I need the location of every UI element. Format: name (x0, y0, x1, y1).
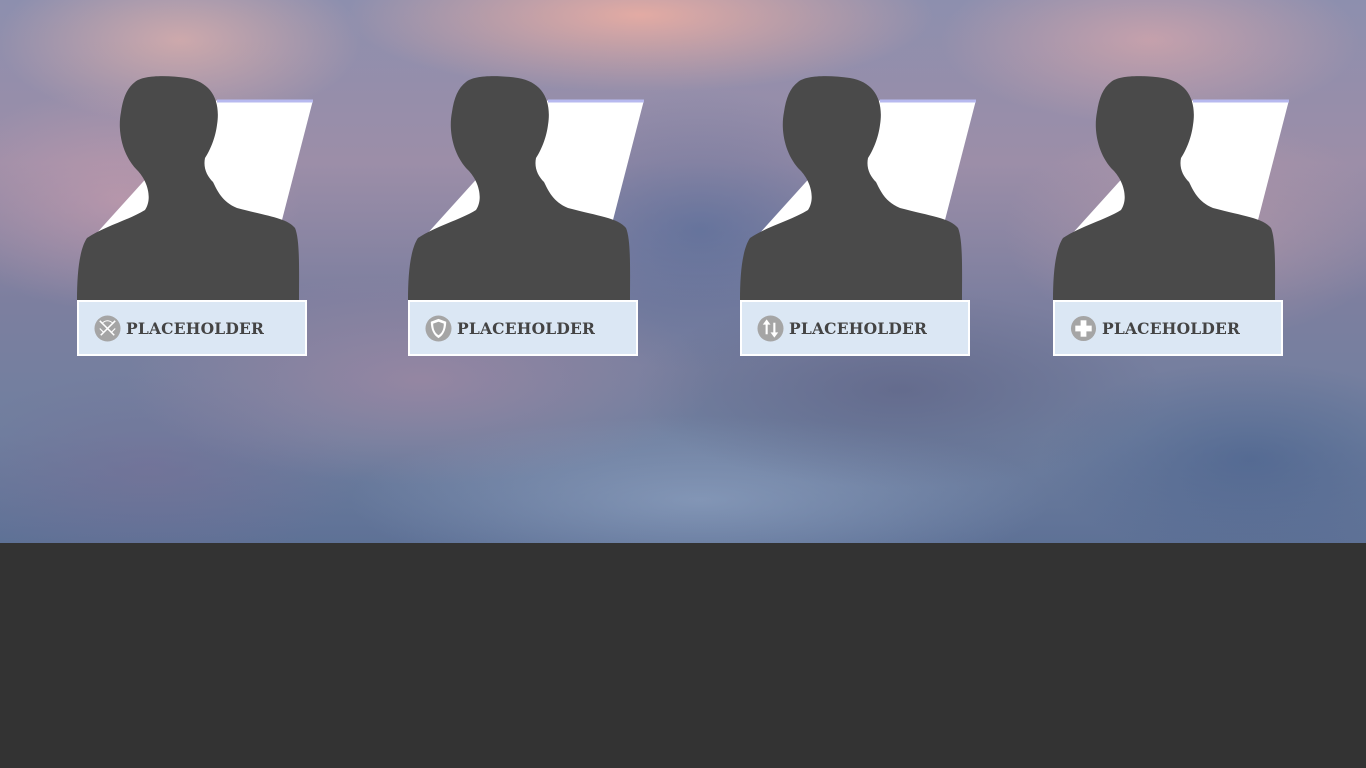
character-portrait (408, 76, 644, 301)
shield-icon (425, 314, 452, 342)
character-portrait (77, 76, 313, 301)
character-card-4[interactable]: PLACEHOLDER (1053, 70, 1293, 360)
character-nameplate: PLACEHOLDER (740, 300, 970, 356)
bottom-panel (0, 543, 1366, 768)
character-card-1[interactable]: PLACEHOLDER (77, 70, 317, 360)
up-down-arrows-icon (757, 314, 784, 342)
health-cross-icon (1070, 315, 1097, 341)
character-select-screen: PLACEHOLDER PLACEHOLDER PLACEHOLDER PLAC… (0, 0, 1366, 768)
character-portrait (1053, 76, 1289, 301)
character-card-2[interactable]: PLACEHOLDER (408, 70, 648, 360)
character-nameplate: PLACEHOLDER (77, 300, 307, 356)
character-nameplate: PLACEHOLDER (408, 300, 638, 356)
character-name: PLACEHOLDER (1102, 318, 1241, 338)
character-name: PLACEHOLDER (126, 318, 265, 338)
character-name: PLACEHOLDER (789, 318, 928, 338)
crossed-swords-icon (94, 314, 121, 342)
character-card-3[interactable]: PLACEHOLDER (740, 70, 980, 360)
character-name: PLACEHOLDER (457, 318, 596, 338)
character-portrait (740, 76, 976, 301)
character-nameplate: PLACEHOLDER (1053, 300, 1283, 356)
